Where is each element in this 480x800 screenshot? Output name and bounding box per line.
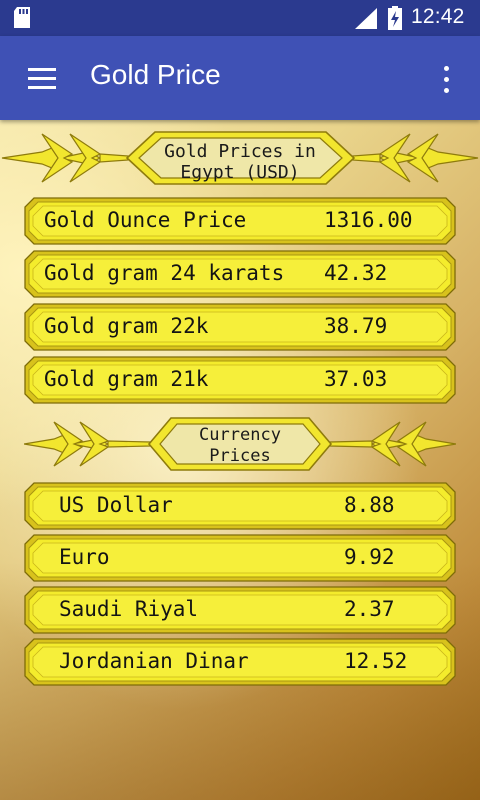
price-label: Gold gram 21k — [44, 367, 209, 391]
battery-charging-icon — [388, 6, 402, 30]
gold-heading-line2: Egypt (USD) — [180, 162, 300, 183]
price-label: Jordanian Dinar — [59, 649, 249, 673]
price-row[interactable]: Jordanian Dinar 12.52 — [24, 638, 456, 686]
price-row[interactable]: Gold gram 21k 37.03 — [24, 356, 456, 404]
price-row[interactable]: Saudi Riyal 2.37 — [24, 586, 456, 634]
content-area: Gold Prices in Egypt (USD) Gold Ounce Pr… — [0, 120, 480, 800]
price-label: Euro — [59, 545, 110, 569]
currency-heading-line1: Currency — [199, 425, 281, 445]
price-row[interactable]: Gold gram 24 karats 42.32 — [24, 250, 456, 298]
hamburger-menu-icon[interactable] — [22, 62, 58, 94]
price-value: 37.03 — [324, 367, 388, 391]
price-label: US Dollar — [59, 493, 173, 517]
price-row[interactable]: Gold Ounce Price 1316.00 — [24, 197, 456, 245]
signal-icon — [355, 8, 377, 29]
price-value: 12.52 — [344, 649, 408, 673]
gold-heading-text: Gold Prices in Egypt (USD) — [0, 141, 480, 183]
price-row[interactable]: Euro 9.92 — [24, 534, 456, 582]
price-label: Gold Ounce Price — [44, 208, 247, 232]
status-time: 12:42 — [411, 5, 465, 28]
sd-card-icon — [14, 7, 30, 28]
price-row[interactable]: Gold gram 22k 38.79 — [24, 303, 456, 351]
price-label: Gold gram 24 karats — [44, 261, 285, 285]
price-label: Gold gram 22k — [44, 314, 209, 338]
currency-heading-line2: Prices — [209, 446, 271, 466]
currency-prices-heading: Currency Prices — [24, 412, 456, 476]
gold-prices-heading: Gold Prices in Egypt (USD) — [0, 126, 480, 190]
currency-heading-text: Currency Prices — [24, 425, 456, 467]
page-title: Gold Price — [90, 59, 221, 90]
gold-heading-line1: Gold Prices in — [164, 141, 316, 162]
price-value: 8.88 — [344, 493, 395, 517]
price-label: Saudi Riyal — [59, 597, 199, 621]
price-value: 2.37 — [344, 597, 395, 621]
price-value: 9.92 — [344, 545, 395, 569]
status-bar: 12:42 — [0, 0, 480, 36]
price-row[interactable]: US Dollar 8.88 — [24, 482, 456, 530]
more-vert-icon[interactable] — [430, 60, 462, 100]
price-value: 42.32 — [324, 261, 388, 285]
price-value: 1316.00 — [324, 208, 413, 232]
price-value: 38.79 — [324, 314, 388, 338]
app-bar: Gold Price — [0, 36, 480, 120]
